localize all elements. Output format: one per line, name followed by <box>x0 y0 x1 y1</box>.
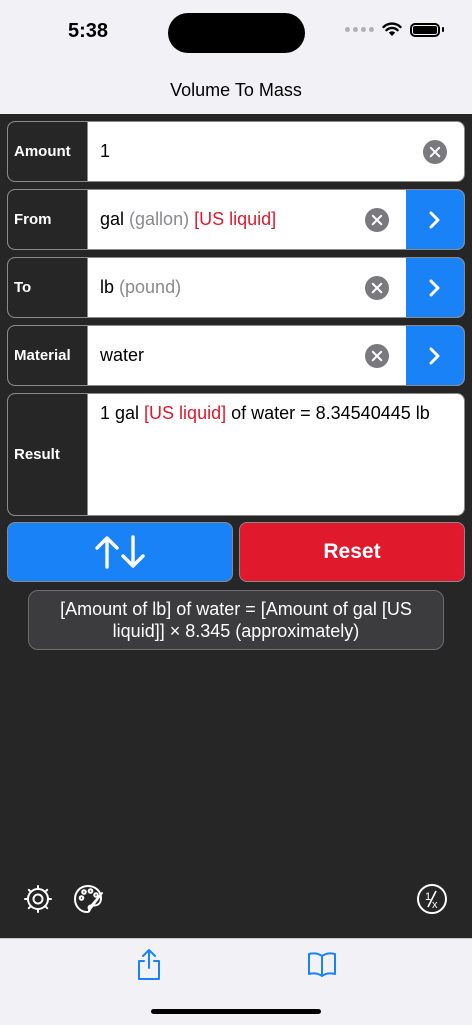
to-unit-name: (pound) <box>119 277 182 297</box>
reset-button[interactable]: Reset <box>239 522 465 582</box>
material-value: water <box>100 345 145 365</box>
amount-row: Amount 1 <box>7 121 465 182</box>
from-row: From gal (gallon) [US liquid] <box>7 189 465 250</box>
dynamic-island <box>168 13 305 53</box>
material-select-button[interactable] <box>406 326 464 385</box>
from-qualifier: [US liquid] <box>194 209 277 229</box>
svg-text:x: x <box>432 899 438 911</box>
result-text[interactable]: 1 gal [US liquid] of water = 8.34540445 … <box>88 394 464 515</box>
clear-material-icon[interactable] <box>365 343 389 368</box>
to-select-button[interactable] <box>406 258 464 317</box>
wifi-icon <box>382 22 402 36</box>
amount-input[interactable]: 1 <box>88 122 464 181</box>
result-qualifier: [US liquid] <box>144 403 227 423</box>
palette-icon[interactable] <box>72 883 104 915</box>
result-prefix: 1 gal <box>100 403 145 423</box>
swap-arrows-icon <box>95 535 145 569</box>
chevron-right-icon <box>429 211 440 228</box>
cellular-signal-icon <box>345 27 374 32</box>
to-row: To lb (pound) <box>7 257 465 318</box>
status-icons <box>345 22 444 37</box>
home-indicator <box>151 1009 321 1014</box>
from-select-button[interactable] <box>406 190 464 249</box>
gear-icon[interactable] <box>22 883 54 915</box>
chevron-right-icon <box>429 279 440 296</box>
to-label: To <box>8 258 88 317</box>
chevron-right-icon <box>429 347 440 364</box>
from-input[interactable]: gal (gallon) [US liquid] <box>88 190 406 249</box>
clear-amount-icon[interactable] <box>423 139 447 164</box>
material-input[interactable]: water <box>88 326 406 385</box>
result-label: Result <box>8 394 88 515</box>
one-over-x-icon[interactable]: 1 x <box>416 883 448 915</box>
share-icon[interactable] <box>136 947 162 981</box>
clear-from-icon[interactable] <box>365 207 389 232</box>
battery-icon <box>410 22 440 37</box>
clear-to-icon[interactable] <box>365 275 389 300</box>
from-unit-name: (gallon) <box>129 209 190 229</box>
material-label: Material <box>8 326 88 385</box>
to-unit: lb <box>100 277 115 297</box>
from-unit: gal <box>100 209 125 229</box>
top-bar: 5:38 Volume To Mass <box>0 0 472 114</box>
swap-units-button[interactable] <box>7 522 233 582</box>
book-icon[interactable] <box>307 951 337 977</box>
formula-note: [Amount of lb] of water = [Amount of gal… <box>28 590 444 650</box>
amount-label: Amount <box>8 122 88 181</box>
to-input[interactable]: lb (pound) <box>88 258 406 317</box>
page-title: Volume To Mass <box>170 80 302 100</box>
material-row: Material water <box>7 325 465 386</box>
result-suffix: of water = 8.34540445 lb <box>226 403 430 423</box>
from-label: From <box>8 190 88 249</box>
amount-value: 1 <box>100 141 111 161</box>
result-row: Result 1 gal [US liquid] of water = 8.34… <box>7 393 465 516</box>
status-time: 5:38 <box>68 20 109 42</box>
